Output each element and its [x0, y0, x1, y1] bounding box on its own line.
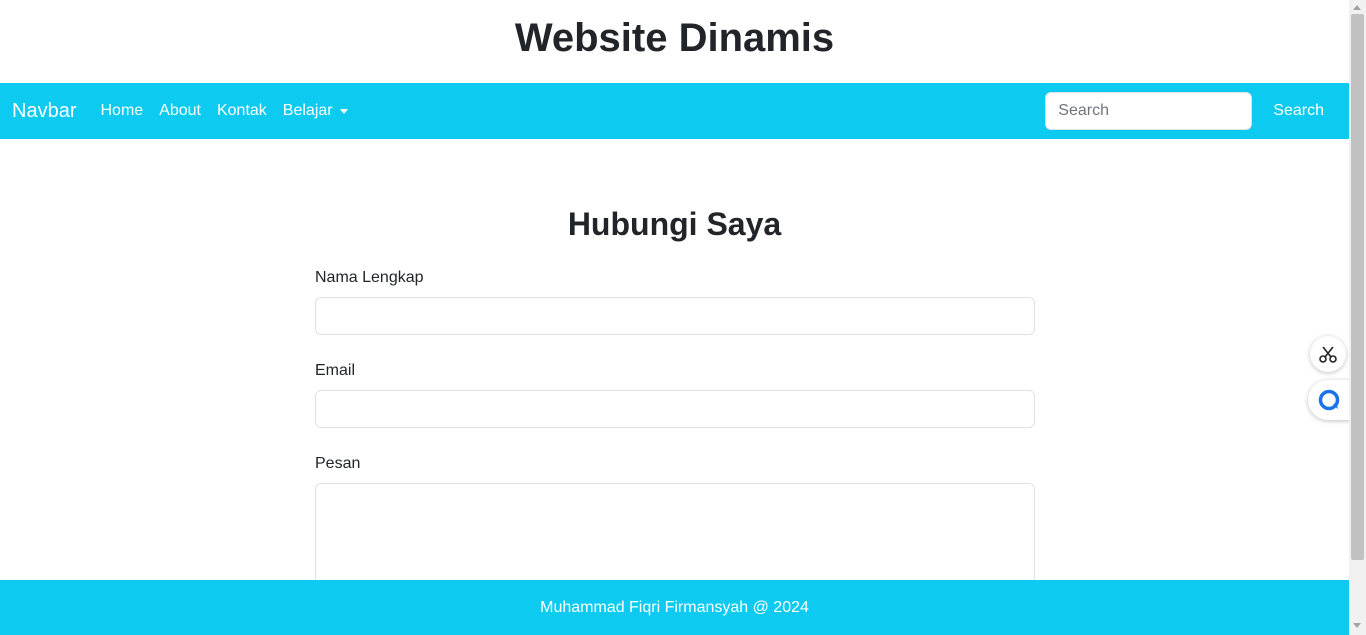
scrollbar[interactable]	[1349, 0, 1366, 635]
nav-link-kontak[interactable]: Kontak	[209, 99, 275, 123]
caret-down-icon	[339, 108, 348, 114]
email-field[interactable]	[315, 390, 1035, 428]
scrollbar-thumb[interactable]	[1351, 14, 1364, 560]
search-form: Search	[1045, 92, 1336, 130]
navbar: Navbar Home About Kontak Belajar Search	[0, 83, 1349, 139]
search-button[interactable]: Search	[1261, 94, 1336, 128]
scroll-down-icon[interactable]	[1353, 623, 1361, 628]
footer-text: Muhammad Fiqri Firmansyah @ 2024	[540, 598, 809, 616]
email-label: Email	[315, 362, 356, 379]
footer: Muhammad Fiqri Firmansyah @ 2024	[0, 580, 1349, 635]
nav-dropdown-label: Belajar	[282, 102, 333, 119]
scissors-button[interactable]	[1310, 336, 1346, 372]
message-label: Pesan	[315, 455, 361, 472]
nav-link-home[interactable]: Home	[92, 99, 151, 123]
scissors-icon	[1319, 346, 1337, 363]
page-heading: Hubungi Saya	[567, 206, 782, 242]
chat-icon	[1318, 389, 1340, 411]
search-input[interactable]	[1045, 92, 1253, 130]
name-field[interactable]	[315, 297, 1035, 335]
scroll-up-icon[interactable]	[1353, 5, 1361, 10]
navbar-brand[interactable]: Navbar	[12, 99, 76, 123]
page: Website Dinamis Navbar Home About Kontak…	[0, 0, 1349, 635]
site-title: Website Dinamis	[514, 16, 835, 60]
nav-dropdown-belajar[interactable]: Belajar	[275, 99, 356, 123]
name-label: Nama Lengkap	[315, 269, 424, 286]
nav-link-about[interactable]: About	[151, 99, 209, 123]
